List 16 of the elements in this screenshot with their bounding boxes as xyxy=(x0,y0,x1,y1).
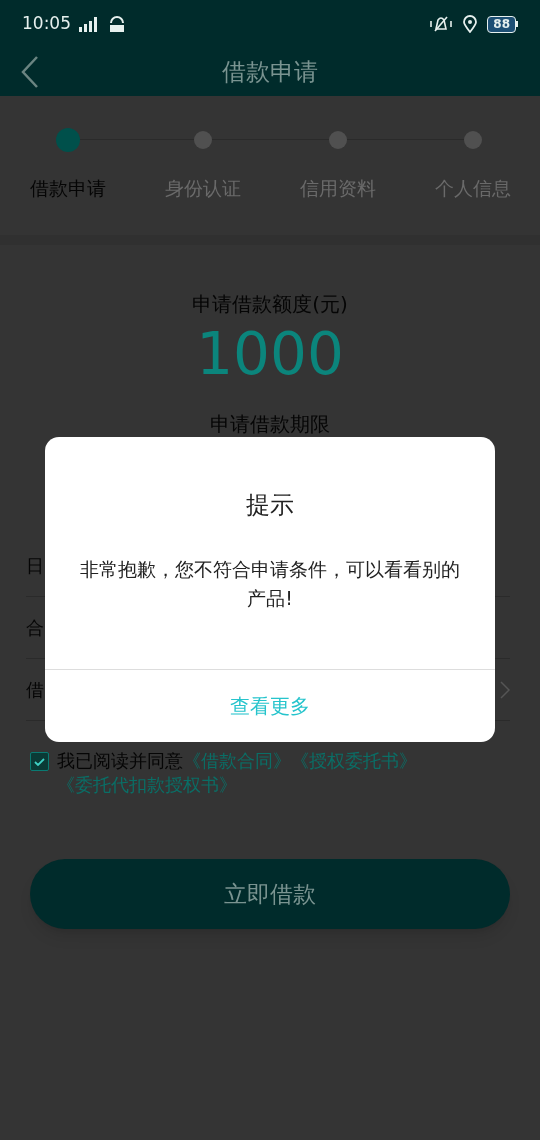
dialog-message: 非常抱歉，您不符合申请条件，可以看看别的产品! xyxy=(79,557,461,611)
submit-button[interactable]: 立即借款 xyxy=(30,859,510,929)
agreement-link[interactable]: 《授权委托书》 xyxy=(291,749,417,773)
agreement-link[interactable]: 《委托代扣款授权书》 xyxy=(57,773,237,797)
location-icon xyxy=(463,15,478,33)
back-icon[interactable] xyxy=(20,55,40,89)
battery-level: 88 xyxy=(487,15,516,33)
amount-value: 1000 xyxy=(196,319,344,389)
vibrate-bell-icon xyxy=(429,15,454,33)
clock-time: 10:05 xyxy=(22,12,71,36)
agreement-link[interactable]: 《借款合同》 xyxy=(183,749,291,773)
agree-checkbox[interactable] xyxy=(30,752,49,771)
dialog-title: 提示 xyxy=(246,490,294,521)
view-more-button[interactable]: 查看更多 xyxy=(45,670,495,742)
page-title: 借款申请 xyxy=(222,57,318,88)
check-icon xyxy=(34,757,45,766)
